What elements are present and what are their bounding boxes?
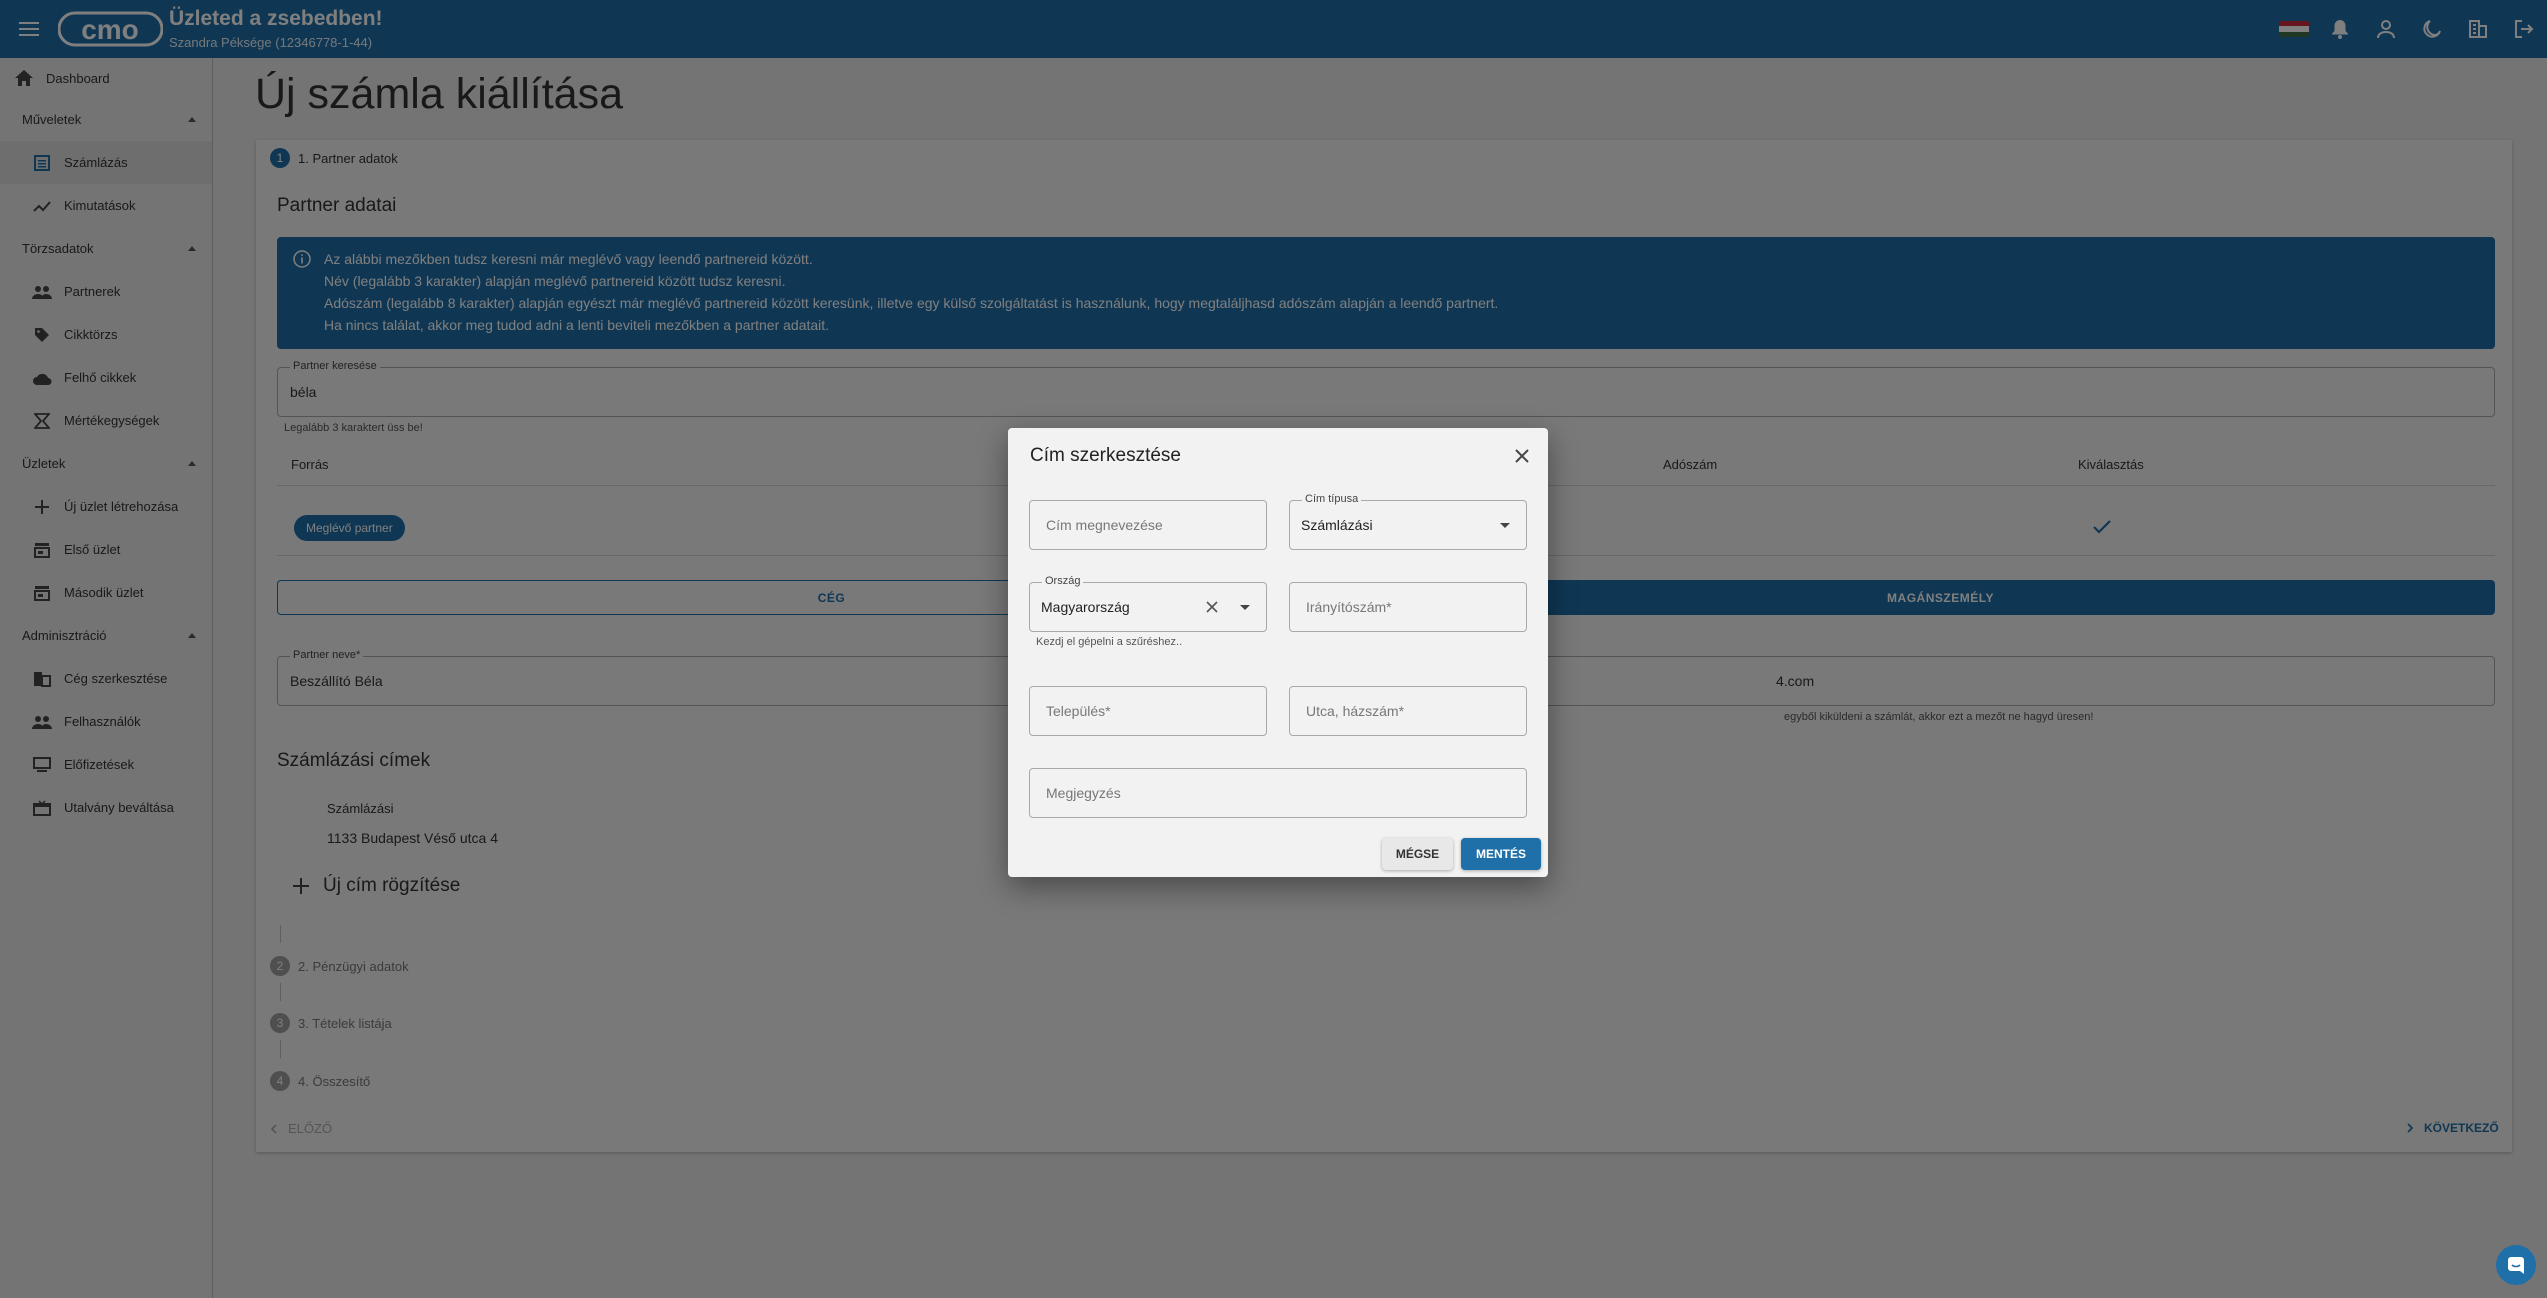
chat-icon: [2508, 1257, 2524, 1274]
dialog-title: Cím szerkesztése: [1030, 445, 1181, 466]
save-button[interactable]: MENTÉS: [1461, 838, 1541, 870]
zip-code-input[interactable]: Irányítószám*: [1289, 582, 1527, 632]
edit-address-dialog: Cím szerkesztése Cím megnevezése Cím típ…: [1008, 428, 1548, 877]
address-type-select[interactable]: Cím típusa Számlázási: [1289, 493, 1527, 550]
dropdown-arrow-icon: [1500, 523, 1510, 528]
dropdown-arrow-icon[interactable]: [1240, 605, 1250, 610]
street-input[interactable]: Utca, házszám*: [1289, 686, 1527, 736]
city-input[interactable]: Település*: [1029, 686, 1267, 736]
country-helper-text: Kezdj el gépelni a szűréshez..: [1036, 636, 1183, 648]
clear-icon[interactable]: [1204, 599, 1220, 615]
address-name-input[interactable]: Cím megnevezése: [1029, 500, 1267, 550]
chat-widget-button[interactable]: [2496, 1245, 2536, 1285]
note-input[interactable]: Megjegyzés: [1029, 768, 1527, 818]
country-autocomplete[interactable]: Ország Magyarország: [1029, 575, 1267, 632]
close-icon[interactable]: [1512, 446, 1532, 466]
cancel-button[interactable]: MÉGSE: [1382, 838, 1453, 870]
